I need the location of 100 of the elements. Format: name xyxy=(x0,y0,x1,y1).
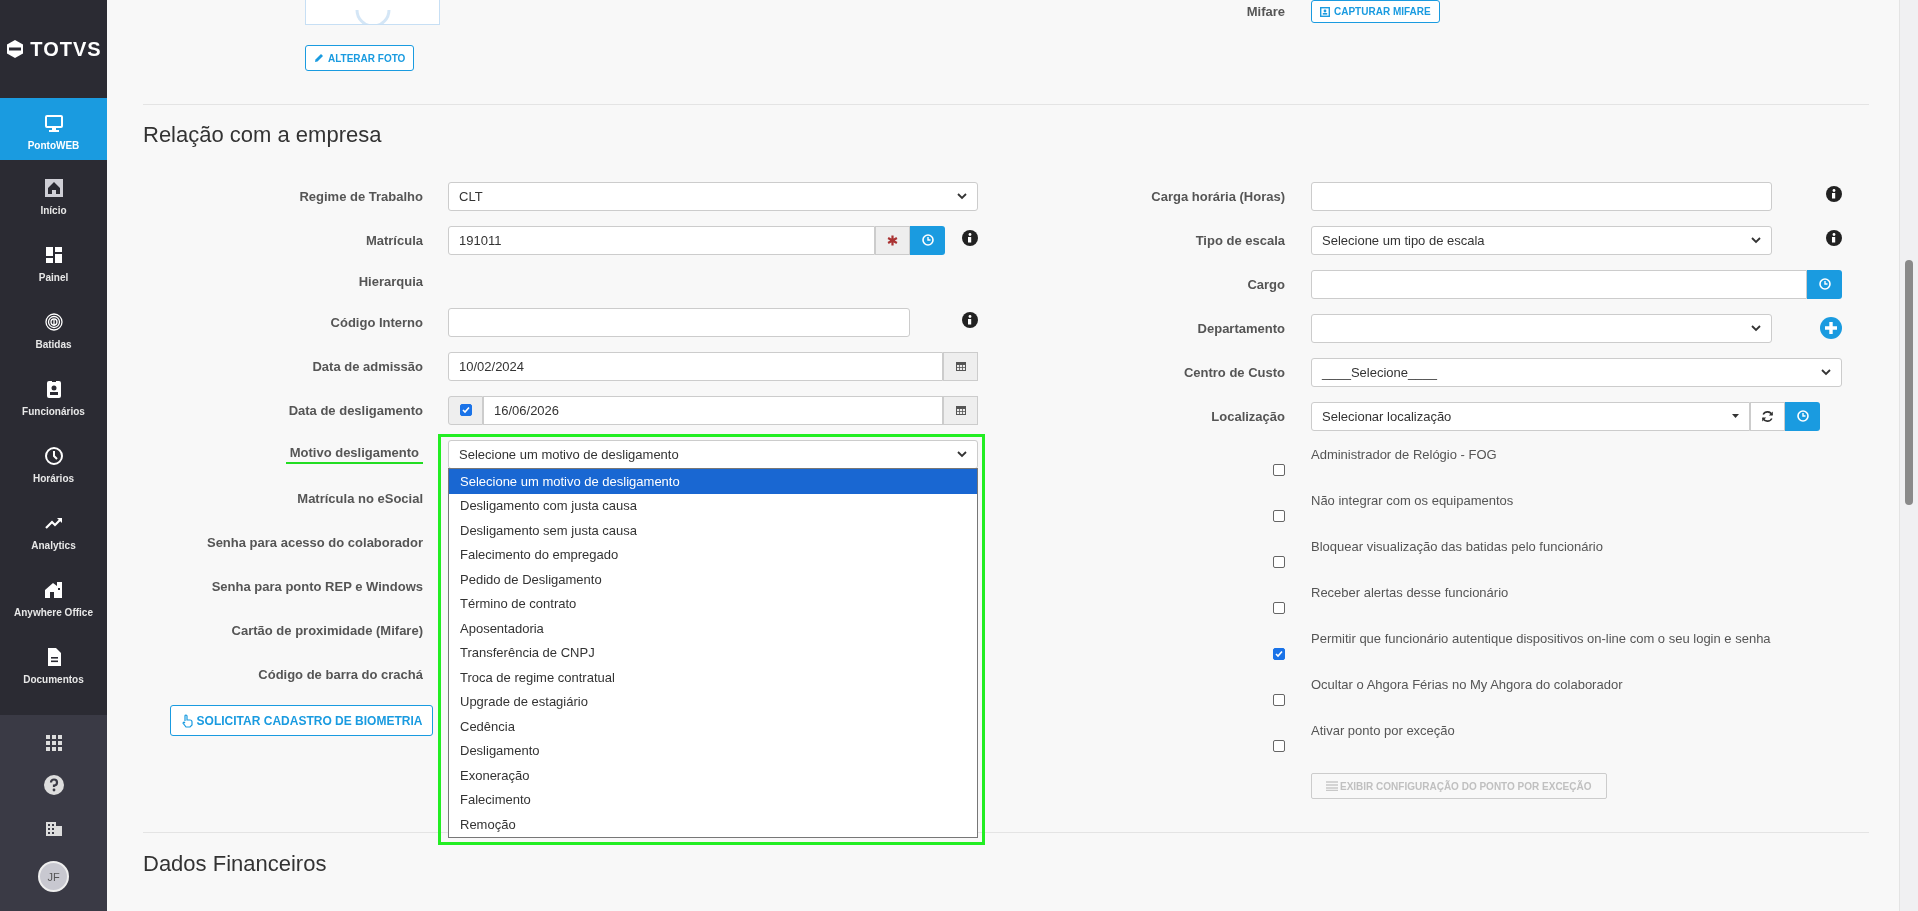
checkbox[interactable] xyxy=(1273,602,1285,614)
calendar-icon xyxy=(954,404,967,416)
dropdown-option[interactable]: Exoneração xyxy=(449,763,977,788)
checkbox[interactable] xyxy=(1273,464,1285,476)
brand-name: TOTVS xyxy=(30,37,102,61)
field-label: Regime de Trabalho xyxy=(299,188,423,204)
text-field[interactable] xyxy=(1311,269,1807,299)
dropdown-option[interactable]: Falecimento do empregado xyxy=(449,542,977,567)
nav-item[interactable]: Funcionários xyxy=(0,361,107,428)
pencil-icon xyxy=(314,53,324,63)
select-field[interactable] xyxy=(1311,313,1772,343)
nav-item[interactable]: Documentos xyxy=(0,629,107,696)
checkbox-label: Administrador de Relógio - FOG xyxy=(1311,447,1498,464)
dropdown-option[interactable]: Falecimento xyxy=(449,787,977,812)
field-label: Departamento xyxy=(1197,320,1285,336)
clock-icon xyxy=(921,234,934,246)
house-icon xyxy=(43,177,64,198)
chevron-icon xyxy=(1751,324,1761,332)
dropdown-option[interactable]: Transferência de CNPJ xyxy=(449,640,977,665)
dropdown-option[interactable]: Selecione um motivo de desligamento xyxy=(449,469,977,494)
checkbox-label: Ativar ponto por exceção xyxy=(1311,723,1456,740)
dropdown-option[interactable]: Cedência xyxy=(449,714,977,739)
chevron-icon xyxy=(1751,236,1761,244)
field-label: Hierarquia xyxy=(358,273,423,289)
section-title: Relação com a empresa xyxy=(143,122,383,148)
date-field[interactable]: 16/06/2026 xyxy=(483,395,943,425)
field-label: Matrícula no eSocial xyxy=(297,490,423,506)
dropdown-option[interactable]: Pedido de Desligamento xyxy=(449,567,977,592)
date-field[interactable]: 10/02/2024 xyxy=(448,351,943,381)
field-label: Data de desligamento xyxy=(288,402,423,418)
chevron-icon xyxy=(957,192,967,200)
field-label: Matrícula xyxy=(365,232,423,248)
checkbox-label: Bloquear visualização das batidas pelo funcionário xyxy=(1311,539,1604,556)
field-label: Senha para acesso do colaborador xyxy=(206,534,423,550)
fingerprint-icon xyxy=(43,311,64,332)
dropdown-option[interactable]: Remoção xyxy=(449,812,977,837)
nav-item[interactable]: Painel xyxy=(0,227,107,294)
nav-item[interactable]: Início xyxy=(0,160,107,227)
user-avatar[interactable]: JF xyxy=(38,861,69,892)
text-field[interactable] xyxy=(1311,181,1772,211)
checkbox[interactable] xyxy=(459,404,472,416)
dropdown-option[interactable]: Upgrade de estagiário xyxy=(449,689,977,714)
text-field[interactable]: 191011 xyxy=(448,225,875,255)
calendar-button[interactable] xyxy=(943,351,978,381)
select-field[interactable]: Selecione um tipo de escala xyxy=(1311,225,1772,255)
field-label: Tipo de escala xyxy=(1195,232,1285,248)
asterisk-icon xyxy=(887,234,898,246)
checkbox[interactable] xyxy=(1273,556,1285,568)
nav-item[interactable]: Horários xyxy=(0,428,107,495)
house-icon xyxy=(43,579,64,600)
chevron-icon xyxy=(1821,368,1831,376)
refresh-icon xyxy=(1761,409,1774,423)
field-label: Cartão de proximidade (Mifare) xyxy=(231,622,423,638)
field-label: Cargo xyxy=(1247,276,1285,292)
dropdown-option[interactable]: Desligamento com justa causa xyxy=(449,493,977,518)
field-label: Centro de Custo xyxy=(1183,364,1285,380)
calendar-button[interactable] xyxy=(943,395,978,425)
history-button[interactable] xyxy=(910,225,945,255)
id-card-icon xyxy=(1320,6,1330,17)
dashboard-icon xyxy=(43,244,64,265)
clock-icon xyxy=(1796,410,1809,422)
apps-icon[interactable] xyxy=(45,735,62,751)
nav-item[interactable]: Anywhere Office xyxy=(0,562,107,629)
scrollbar[interactable] xyxy=(1899,0,1918,911)
checkbox[interactable] xyxy=(1273,694,1285,706)
checkbox[interactable] xyxy=(1273,510,1285,522)
select-field[interactable]: CLT xyxy=(448,181,978,211)
monitor-icon xyxy=(43,113,64,133)
history-button[interactable] xyxy=(1807,269,1842,299)
building-icon[interactable] xyxy=(44,819,63,837)
field-label: Localização xyxy=(1211,408,1285,424)
field-label: Código de barra do crachá xyxy=(258,666,423,682)
select-field[interactable]: Selecione um motivo de desligamento xyxy=(448,439,978,469)
nav-item[interactable]: Batidas xyxy=(0,294,107,361)
help-icon[interactable] xyxy=(43,775,64,795)
calendar-icon xyxy=(954,360,967,372)
clock-icon xyxy=(1818,278,1831,290)
checkbox-label: Ocultar o Ahgora Férias no My Ahgora do colaborador xyxy=(1311,677,1624,694)
caret-icon xyxy=(1732,414,1739,418)
dropdown-option[interactable]: Aposentadoria xyxy=(449,616,977,641)
field-label: Senha para ponto REP e Windows xyxy=(211,578,423,594)
checkbox-label: Permitir que funcionário autentique dispositivos on-line com o seu login e senha xyxy=(1311,631,1772,648)
select-field[interactable]: ____Selecione____ xyxy=(1311,357,1842,387)
checkbox-label: Receber alertas desse funcionário xyxy=(1311,585,1510,602)
select-field[interactable]: Selecionar localização xyxy=(1311,401,1750,431)
dropdown-option[interactable]: Troca de regime contratual xyxy=(449,665,977,690)
dropdown-option[interactable]: Desligamento xyxy=(449,738,977,763)
refresh-button[interactable] xyxy=(1750,401,1785,431)
chevron-icon xyxy=(957,450,967,458)
list-icon xyxy=(1326,781,1338,791)
dropdown-option[interactable]: Desligamento sem justa causa xyxy=(449,518,977,543)
field-label: Motivo desligamento xyxy=(285,444,423,464)
add-icon[interactable] xyxy=(1820,317,1842,339)
checkbox[interactable] xyxy=(1273,648,1285,660)
text-field[interactable] xyxy=(448,307,910,337)
dropdown-option[interactable]: Término de contrato xyxy=(449,591,977,616)
checkbox-label: Não integrar com os equipamentos xyxy=(1311,493,1515,510)
checkbox[interactable] xyxy=(1273,740,1285,752)
nav-item[interactable]: Analytics xyxy=(0,495,107,562)
field-label: Data de admissão xyxy=(312,358,423,374)
